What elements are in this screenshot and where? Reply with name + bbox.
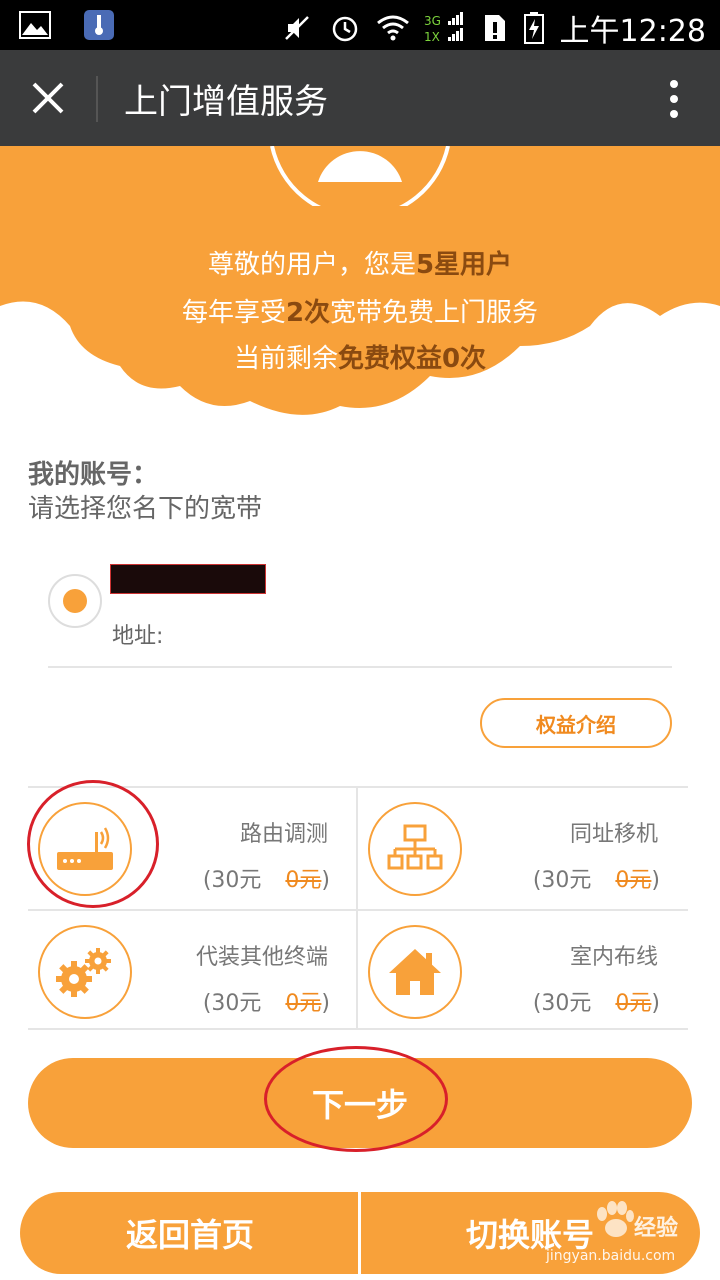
address-label: 地址: <box>112 624 164 649</box>
baidu-paw-icon <box>592 1200 636 1244</box>
banner-line-3: 当前剩余免费权益0次 <box>233 344 487 374</box>
service-price: (30元 0元) <box>202 868 330 893</box>
status-bar: 3G 1X 上午12:28 <box>0 0 720 50</box>
gallery-icon <box>18 10 52 40</box>
account-separator <box>48 666 672 668</box>
router-icon <box>38 802 132 896</box>
svg-text:1X: 1X <box>424 30 440 44</box>
service-name: 路由调测 <box>239 822 328 847</box>
service-price: (30元 0元) <box>532 991 660 1016</box>
radio-selected-dot <box>63 589 87 613</box>
watermark-url: jingyan.baidu.com <box>546 1248 676 1264</box>
sim-alert-icon <box>482 13 508 43</box>
clock-time: 上午12:28 <box>559 14 706 49</box>
network-topology-icon <box>368 802 462 896</box>
rights-intro-button[interactable]: 权益介绍 <box>480 698 672 748</box>
next-step-button[interactable]: 下一步 <box>28 1058 692 1148</box>
banner-line-1: 尊敬的用户，您是5星用户 <box>207 250 513 280</box>
wifi-icon <box>376 13 410 43</box>
service-price: (30元 0元) <box>202 991 330 1016</box>
service-indoor-wiring[interactable]: 室内布线 (30元 0元) <box>358 911 688 1032</box>
title-divider <box>96 76 98 122</box>
service-router-test[interactable]: 路由调测 (30元 0元) <box>28 788 358 909</box>
banner-line-2: 每年享受2次宽带免费上门服务 <box>181 298 539 328</box>
account-title: 我的账号： <box>28 460 159 490</box>
battery-icon <box>522 12 546 44</box>
signal-icon: 3G 1X <box>424 12 468 44</box>
redacted-account-number <box>110 564 266 594</box>
page-title: 上门增值服务 <box>124 82 328 122</box>
user-level-banner: 尊敬的用户，您是5星用户 每年享受2次宽带免费上门服务 当前剩余免费权益0次 <box>0 146 720 436</box>
title-bar: 上门增值服务 <box>0 50 720 146</box>
home-button[interactable]: 返回首页 <box>20 1192 360 1274</box>
gears-icon <box>38 925 132 1019</box>
watermark-text: 经验 <box>634 1216 679 1241</box>
close-button[interactable] <box>20 70 76 126</box>
svg-text:3G: 3G <box>424 14 441 28</box>
service-relocation[interactable]: 同址移机 (30元 0元) <box>358 788 688 909</box>
service-name: 室内布线 <box>569 945 658 970</box>
thermometer-app-icon <box>82 10 116 40</box>
more-menu-button[interactable] <box>652 76 696 122</box>
service-other-terminals[interactable]: 代装其他终端 (30元 0元) <box>28 911 358 1032</box>
service-name: 代装其他终端 <box>195 945 328 970</box>
service-grid: 路由调测 (30元 0元) 同址移机 (30元 0元) 代装其他终端 (30元 0元)… <box>28 786 688 1030</box>
mute-icon <box>280 13 314 43</box>
service-price: (30元 0元) <box>532 868 660 893</box>
broadband-radio[interactable] <box>48 574 102 628</box>
account-subtitle: 请选择您名下的宽带 <box>28 494 263 524</box>
service-name: 同址移机 <box>569 822 658 847</box>
close-icon <box>32 82 64 114</box>
alarm-icon <box>328 13 362 43</box>
avatar-icon <box>270 146 450 206</box>
more-vertical-icon <box>670 80 678 118</box>
house-icon <box>368 925 462 1019</box>
